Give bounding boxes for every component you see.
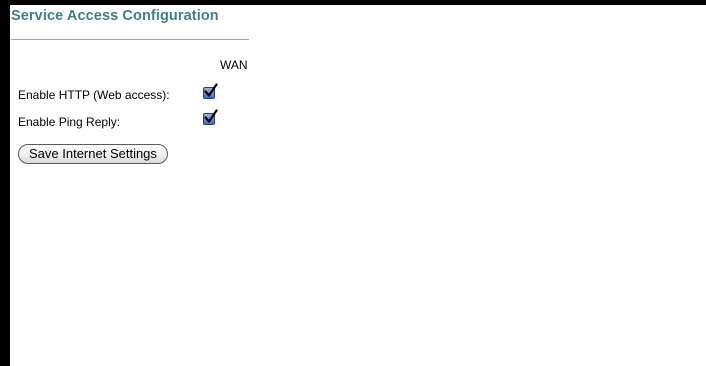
save-internet-settings-button[interactable]: Save Internet Settings (18, 144, 168, 164)
window-frame: Service Access Configuration WAN Enable … (0, 0, 706, 366)
ping-reply-label: Enable Ping Reply: (18, 115, 121, 129)
checkmark-icon (204, 83, 218, 97)
http-access-label: Enable HTTP (Web access): (18, 88, 170, 102)
page-title: Service Access Configuration (11, 8, 219, 24)
wan-column-header: WAN (220, 58, 248, 72)
title-divider (11, 39, 249, 40)
checkmark-icon (204, 109, 218, 123)
ping-reply-checkbox[interactable] (203, 109, 218, 125)
service-access-panel: Service Access Configuration WAN Enable … (10, 5, 706, 366)
http-access-checkbox[interactable] (203, 83, 218, 99)
